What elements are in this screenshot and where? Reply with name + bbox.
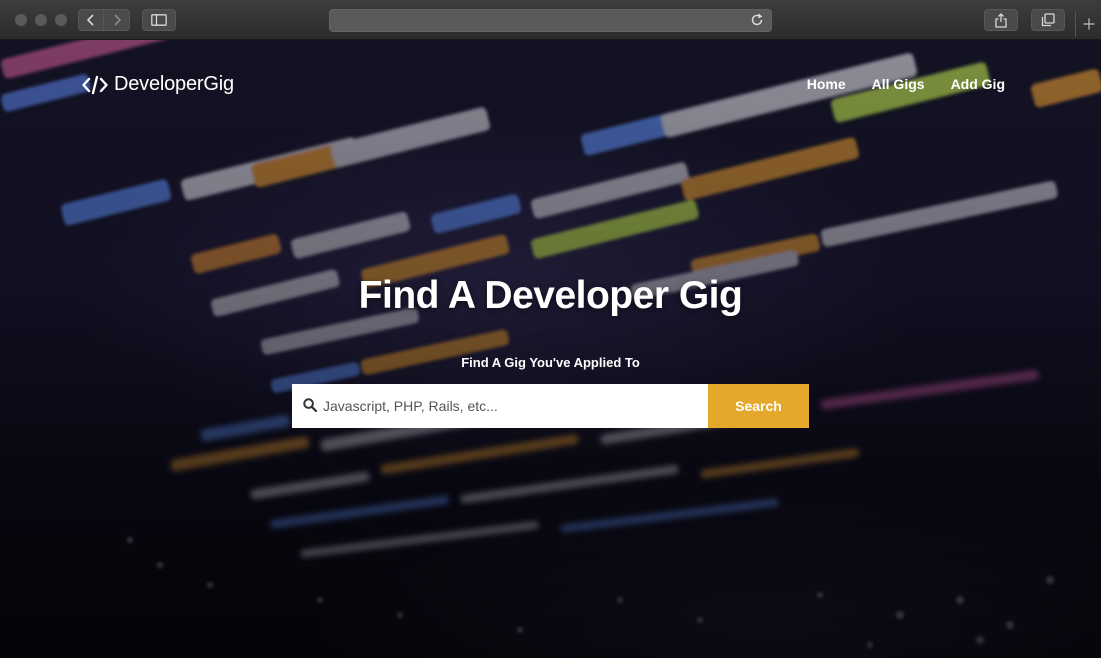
- main-nav: Home All Gigs Add Gig: [807, 76, 1005, 92]
- tabs-overview-icon: [1041, 13, 1055, 27]
- search-box: [292, 384, 708, 428]
- nav-link-home[interactable]: Home: [807, 76, 846, 92]
- search-form: Search: [292, 384, 809, 428]
- nav-link-all-gigs[interactable]: All Gigs: [872, 76, 925, 92]
- brand-name: DeveloperGig: [114, 73, 234, 95]
- plus-icon: [1083, 18, 1094, 30]
- hero-section: DeveloperGig Home All Gigs Add Gig Find …: [0, 40, 1101, 658]
- share-icon: [995, 12, 1007, 28]
- reload-icon[interactable]: [750, 13, 764, 27]
- zoom-window-button[interactable]: [55, 14, 67, 26]
- back-button[interactable]: [78, 9, 104, 31]
- tab-overview-button[interactable]: [1031, 9, 1065, 31]
- sidebar-toggle-button[interactable]: [142, 9, 176, 31]
- search-icon: [303, 398, 317, 412]
- share-button[interactable]: [984, 9, 1018, 31]
- new-tab-button[interactable]: [1075, 11, 1101, 37]
- sidebar-icon: [151, 14, 167, 26]
- code-brackets-icon: [82, 75, 108, 94]
- chevron-left-icon: [86, 14, 94, 26]
- minimize-window-button[interactable]: [35, 14, 47, 26]
- hero-title: Find A Developer Gig: [358, 274, 743, 317]
- forward-button[interactable]: [104, 9, 130, 31]
- close-window-button[interactable]: [15, 14, 27, 26]
- search-button[interactable]: Search: [708, 384, 809, 428]
- search-input[interactable]: [292, 384, 708, 428]
- brand-logo[interactable]: DeveloperGig: [82, 73, 234, 96]
- chevron-right-icon: [113, 14, 121, 26]
- address-bar[interactable]: [329, 9, 772, 32]
- nav-link-add-gig[interactable]: Add Gig: [951, 76, 1005, 92]
- browser-toolbar: [0, 0, 1101, 40]
- hero-subtitle: Find A Gig You've Applied To: [461, 355, 640, 370]
